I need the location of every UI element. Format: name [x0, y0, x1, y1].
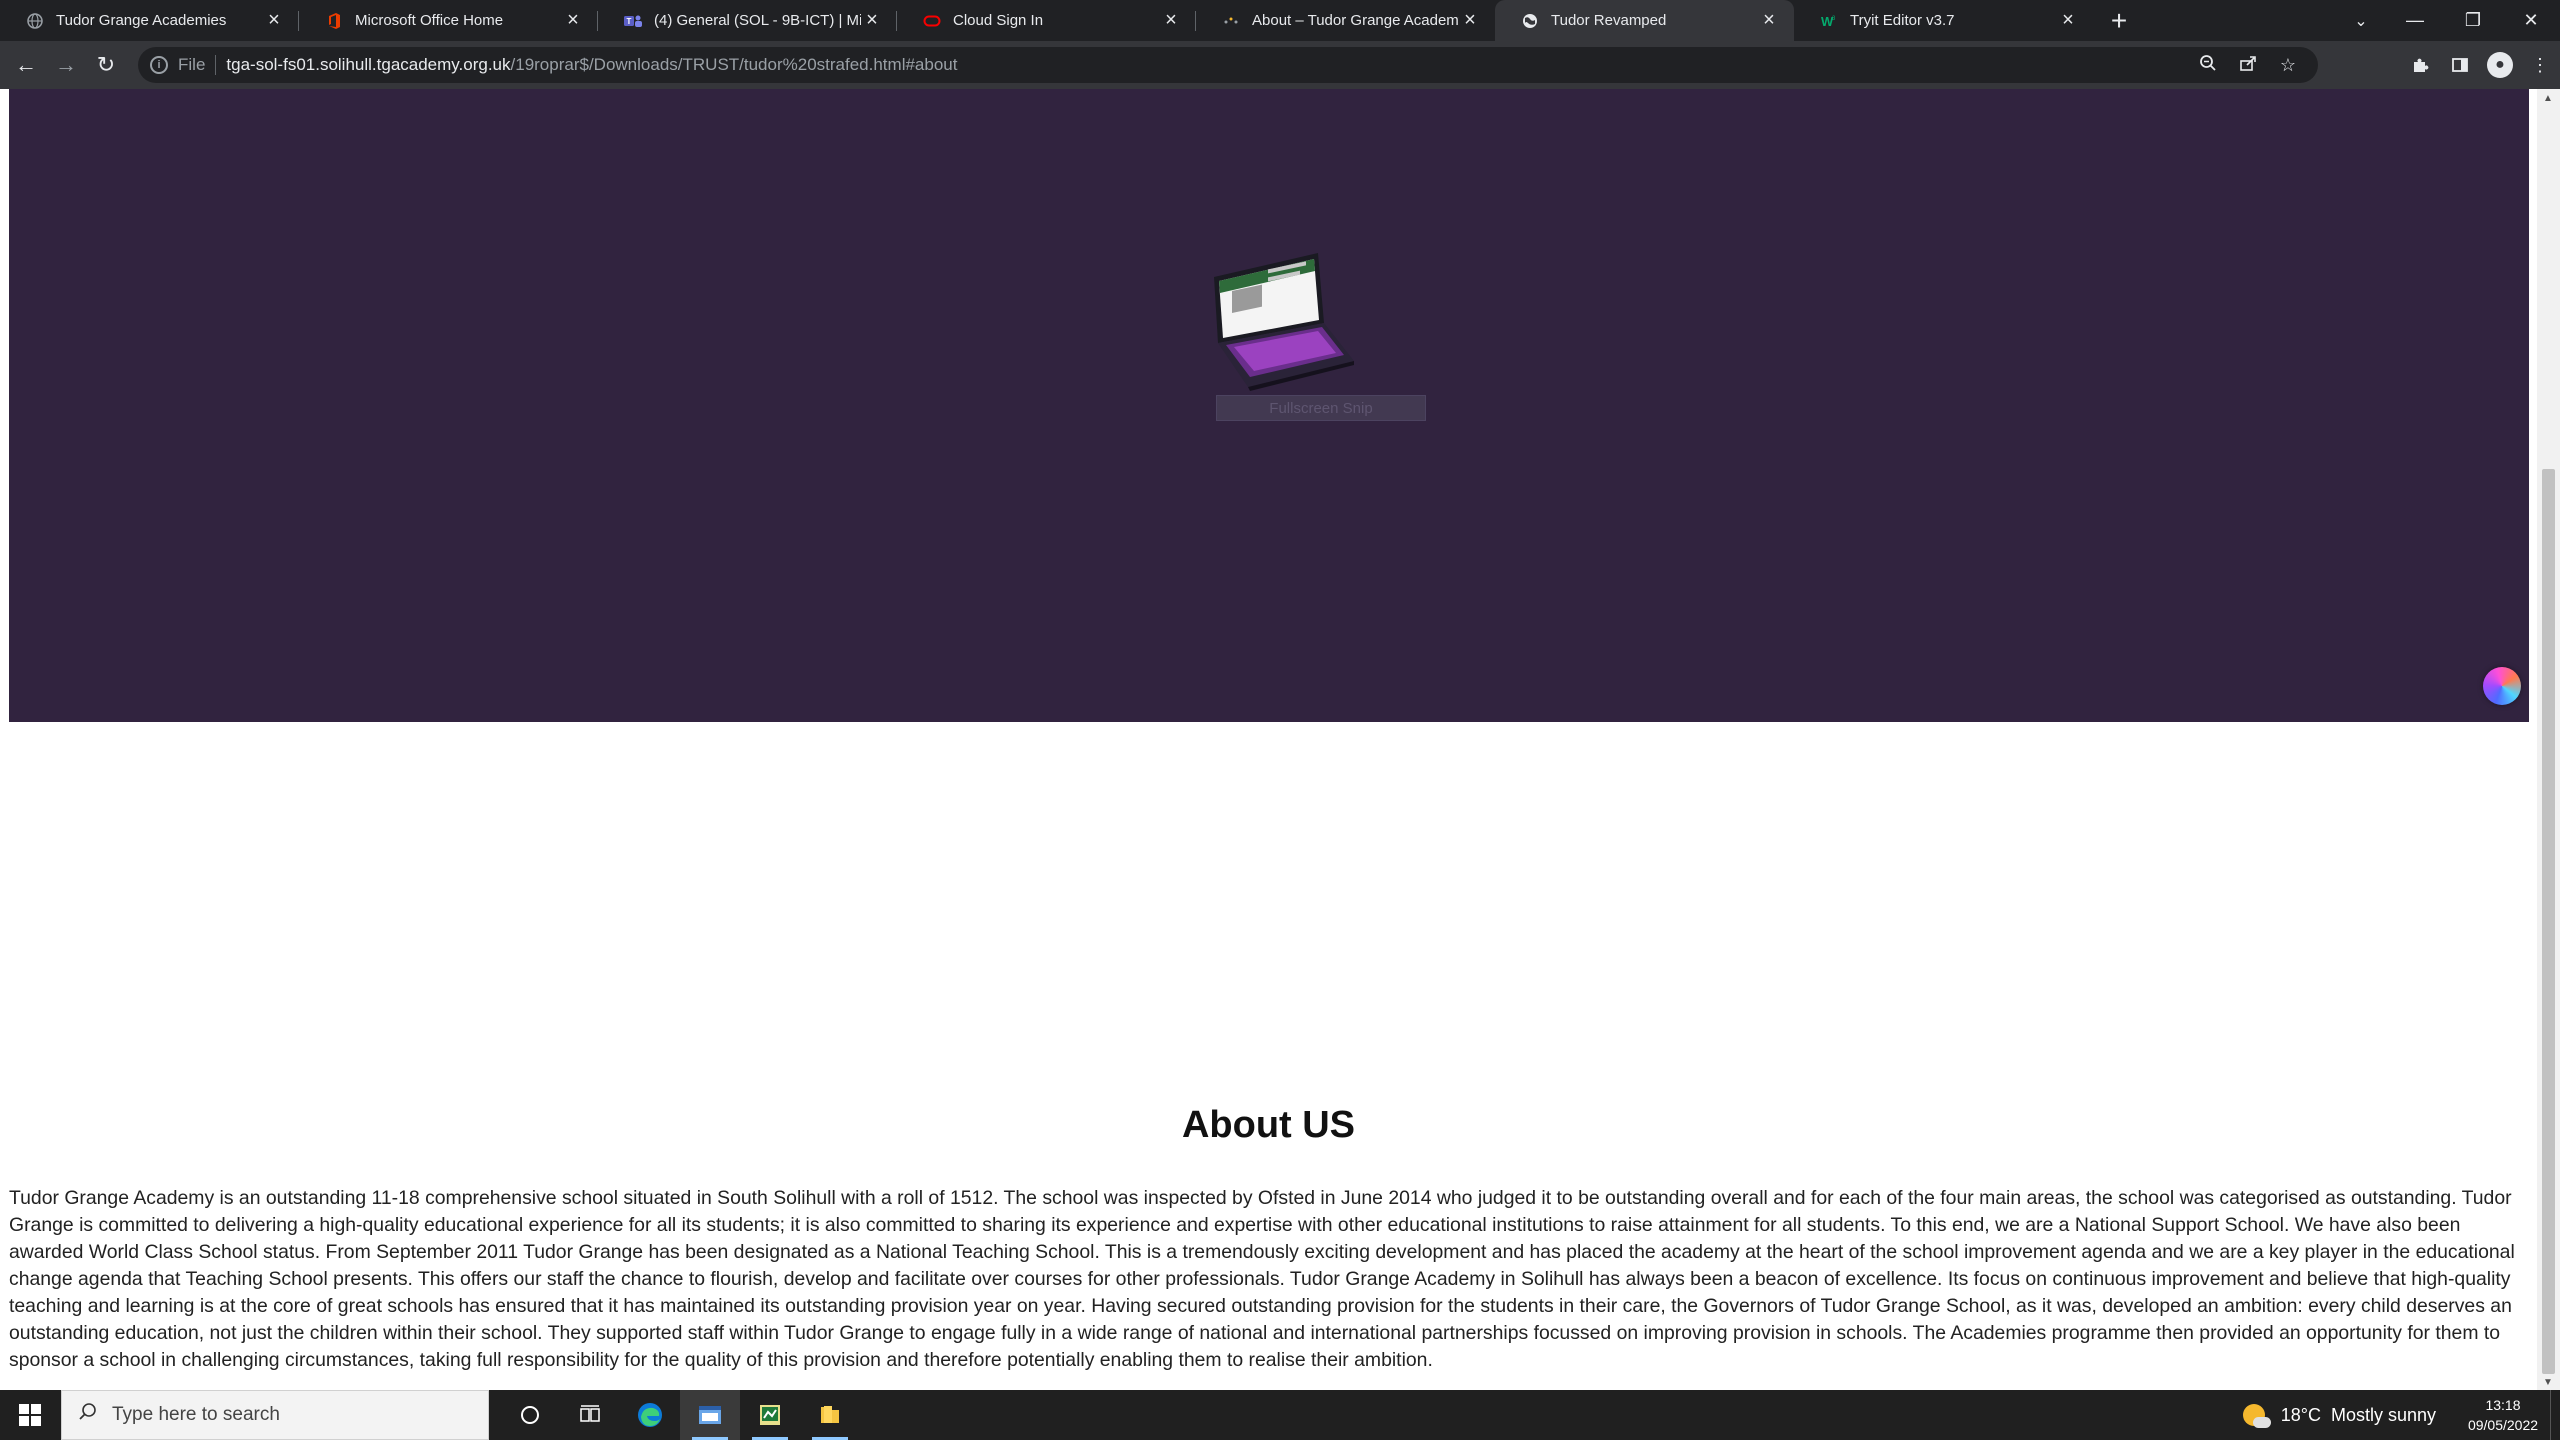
system-tray: 18°C Mostly sunny 13:18 09/05/2022 [2242, 1390, 2560, 1440]
restore-icon[interactable]: ❐ [2444, 0, 2502, 41]
new-tab-button[interactable]: + [2099, 0, 2139, 41]
close-tab-icon[interactable]: × [861, 9, 883, 32]
weather-temp: 18°C [2280, 1404, 2321, 1425]
info-icon[interactable]: i [150, 56, 168, 74]
tab-title: Tudor Grange Academies [56, 12, 227, 29]
tab-title: Microsoft Office Home [355, 12, 504, 29]
forward-arrow-icon[interactable]: → [46, 45, 86, 85]
tab-cloud-sign-in[interactable]: Cloud Sign In × [897, 0, 1196, 41]
close-tab-icon[interactable]: × [1758, 9, 1780, 32]
close-tab-icon[interactable]: × [263, 9, 285, 32]
tab-tryit-editor[interactable]: W3 Tryit Editor v3.7 × [1794, 0, 2093, 41]
scheme-label: File [178, 55, 206, 74]
url-host: tga-sol-fs01.solihull.tgacademy.org.uk [226, 55, 511, 74]
tab-search-chevron-icon[interactable]: ⌄ [2338, 0, 2384, 41]
divider [215, 55, 217, 75]
dots-icon [1222, 12, 1240, 30]
weather-widget[interactable]: 18°C Mostly sunny [2242, 1404, 2436, 1428]
spreadsheet-app-icon[interactable] [740, 1390, 800, 1440]
url-path: /19roprar$/Downloads/TRUST/tudor%20straf… [510, 55, 958, 74]
clock-date: 09/05/2022 [2467, 1417, 2539, 1433]
chrome-window-icon[interactable] [680, 1390, 740, 1440]
about-heading: About US [1181, 1104, 1356, 1146]
tab-title: (4) General (SOL - 9B-ICT) | Micr [654, 12, 861, 29]
hero-section: Fullscreen Snip [9, 89, 2529, 722]
scroll-up-arrow-icon[interactable]: ▲ [2543, 93, 2553, 104]
tab-microsoft-office-home[interactable]: Microsoft Office Home × [299, 0, 598, 41]
tab-tudor-grange-academies[interactable]: Tudor Grange Academies × [0, 0, 299, 41]
snip-caption: Fullscreen Snip [1216, 395, 1426, 421]
tab-title: Tudor Revamped [1551, 12, 1667, 29]
side-panel-icon[interactable] [2440, 45, 2480, 85]
cortana-circle-icon[interactable] [500, 1390, 560, 1440]
tab-teams-general[interactable]: T (4) General (SOL - 9B-ICT) | Micr × [598, 0, 897, 41]
extensions-puzzle-icon[interactable] [2400, 45, 2440, 85]
close-tab-icon[interactable]: × [562, 9, 584, 32]
close-tab-icon[interactable]: × [1160, 9, 1182, 32]
clock[interactable]: 13:18 09/05/2022 [2456, 1395, 2550, 1435]
omnibox-actions: ☆ [2188, 47, 2308, 83]
reload-icon[interactable]: ↻ [86, 45, 126, 85]
tab-tudor-revamped[interactable]: Tudor Revamped × [1495, 0, 1794, 41]
menu-kebab-icon[interactable]: ⋮ [2520, 45, 2560, 85]
tab-title: About – Tudor Grange Academy [1252, 12, 1459, 29]
edge-browser-icon[interactable] [620, 1390, 680, 1440]
w3schools-icon: W3 [1820, 12, 1838, 30]
globe-icon [1521, 12, 1539, 30]
window-controls: — ❐ ✕ [2386, 0, 2560, 41]
search-icon [78, 1402, 98, 1428]
about-paragraph: Tudor Grange Academy is an outstanding 1… [9, 1187, 2515, 1371]
laptop-illustration [1214, 253, 1354, 391]
office-icon [325, 12, 343, 30]
windows-taskbar: Type here to search 18°C Mostly sunny 13… [0, 1390, 2560, 1440]
minimize-icon[interactable]: — [2386, 0, 2444, 41]
address-bar[interactable]: i File tga-sol-fs01.solihull.tgacademy.o… [138, 47, 2318, 83]
taskbar-apps [500, 1390, 860, 1440]
close-tab-icon[interactable]: × [2057, 9, 2079, 32]
teams-icon: T [624, 12, 642, 30]
profile-avatar-icon[interactable]: ● [2487, 52, 2513, 78]
search-placeholder: Type here to search [112, 1404, 280, 1425]
close-tab-icon[interactable]: × [1459, 9, 1481, 32]
task-view-icon[interactable] [560, 1390, 620, 1440]
weather-sun-icon [2242, 1404, 2271, 1428]
browser-toolbar: ← → ↻ i File tga-sol-fs01.solihull.tgaca… [0, 41, 2560, 89]
back-arrow-icon[interactable]: ← [6, 45, 46, 85]
oracle-icon [923, 12, 941, 30]
taskbar-search-box[interactable]: Type here to search [61, 1390, 489, 1440]
page-scrollbar[interactable]: ▲ ▼ [2537, 89, 2560, 1390]
zoom-icon[interactable] [2188, 54, 2228, 77]
color-orb-button[interactable] [2483, 667, 2521, 705]
weather-description: Mostly sunny [2330, 1404, 2436, 1425]
file-explorer-icon[interactable] [800, 1390, 860, 1440]
windows-start-icon[interactable] [0, 1390, 60, 1440]
globe-icon [26, 12, 44, 30]
scrollbar-thumb[interactable] [2542, 469, 2555, 1374]
share-icon[interactable] [2228, 54, 2268, 77]
bookmark-star-icon[interactable]: ☆ [2268, 55, 2308, 76]
page-viewport: Fullscreen Snip About US Tudor Grange Ac… [0, 89, 2560, 1390]
toolbar-right: ● ⋮ [2400, 41, 2560, 89]
close-window-icon[interactable]: ✕ [2502, 0, 2560, 41]
tab-title: Cloud Sign In [953, 12, 1044, 29]
svg-text:T: T [627, 17, 632, 26]
tab-strip: Tudor Grange Academies × Microsoft Offic… [0, 0, 2560, 41]
svg-text:3: 3 [1832, 16, 1836, 22]
tab-about-tudor-grange-academy[interactable]: About – Tudor Grange Academy × [1196, 0, 1495, 41]
tab-title: Tryit Editor v3.7 [1850, 12, 1955, 29]
show-desktop-button[interactable] [2550, 1390, 2560, 1440]
clock-time: 13:18 [2485, 1397, 2521, 1413]
scroll-down-arrow-icon[interactable]: ▼ [2543, 1377, 2553, 1388]
